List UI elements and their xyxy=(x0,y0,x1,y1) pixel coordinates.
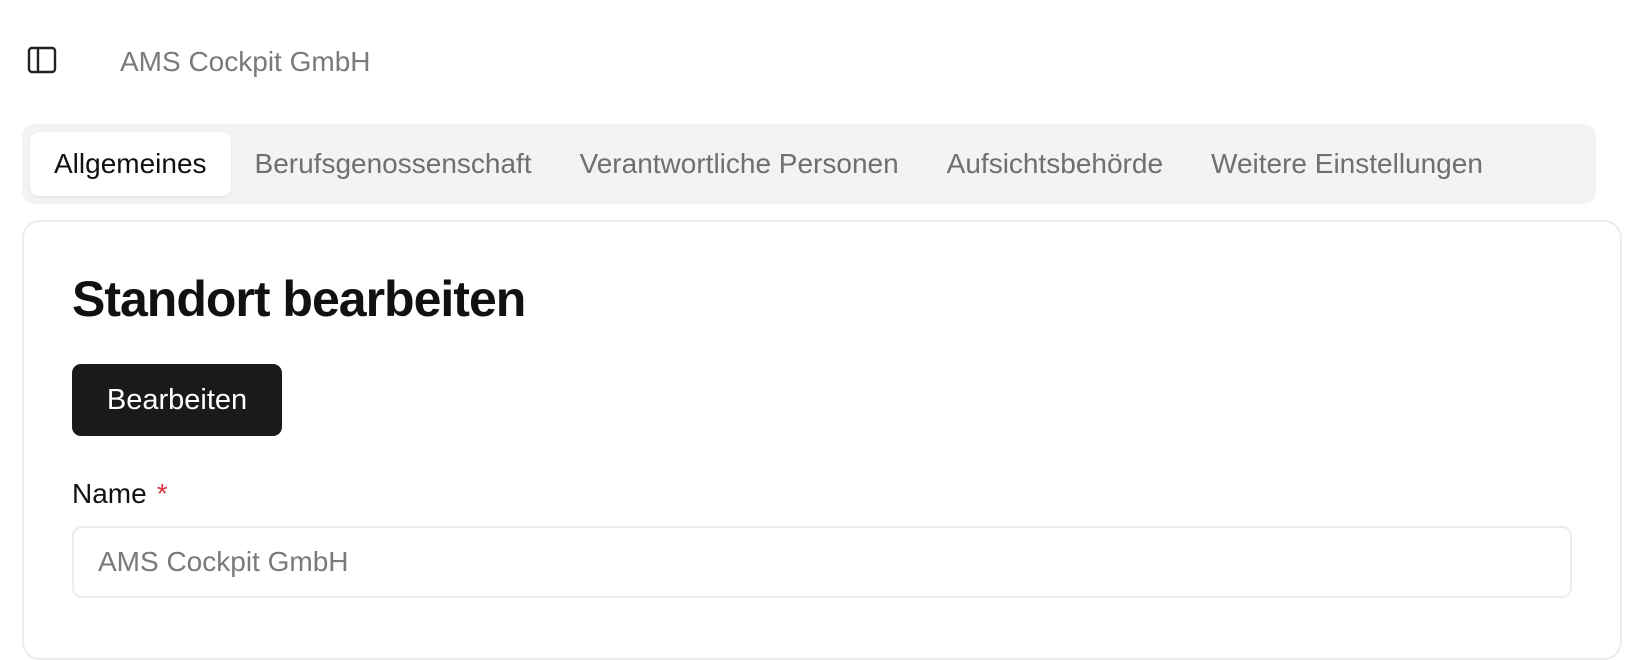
tab-aufsichtsbehoerde[interactable]: Aufsichtsbehörde xyxy=(923,132,1187,196)
tab-berufsgenossenschaft[interactable]: Berufsgenossenschaft xyxy=(231,132,556,196)
top-bar: AMS Cockpit GmbH xyxy=(0,0,1644,110)
name-input[interactable] xyxy=(72,526,1572,598)
tab-bar: Allgemeines Berufsgenossenschaft Verantw… xyxy=(22,124,1596,204)
name-label-text: Name xyxy=(72,478,147,509)
location-form-card: Standort bearbeiten Bearbeiten Name * xyxy=(22,220,1622,660)
required-marker: * xyxy=(156,478,168,509)
tab-weitere-einstellungen[interactable]: Weitere Einstellungen xyxy=(1187,132,1507,196)
breadcrumb: AMS Cockpit GmbH xyxy=(120,46,371,77)
tab-allgemeines[interactable]: Allgemeines xyxy=(30,132,231,196)
edit-button[interactable]: Bearbeiten xyxy=(72,364,282,436)
name-field-label: Name * xyxy=(72,478,168,510)
sidebar-panel-icon xyxy=(27,45,57,80)
page-title: Standort bearbeiten xyxy=(72,271,526,327)
sidebar-toggle-button[interactable] xyxy=(20,40,64,84)
tab-verantwortliche-personen[interactable]: Verantwortliche Personen xyxy=(556,132,923,196)
